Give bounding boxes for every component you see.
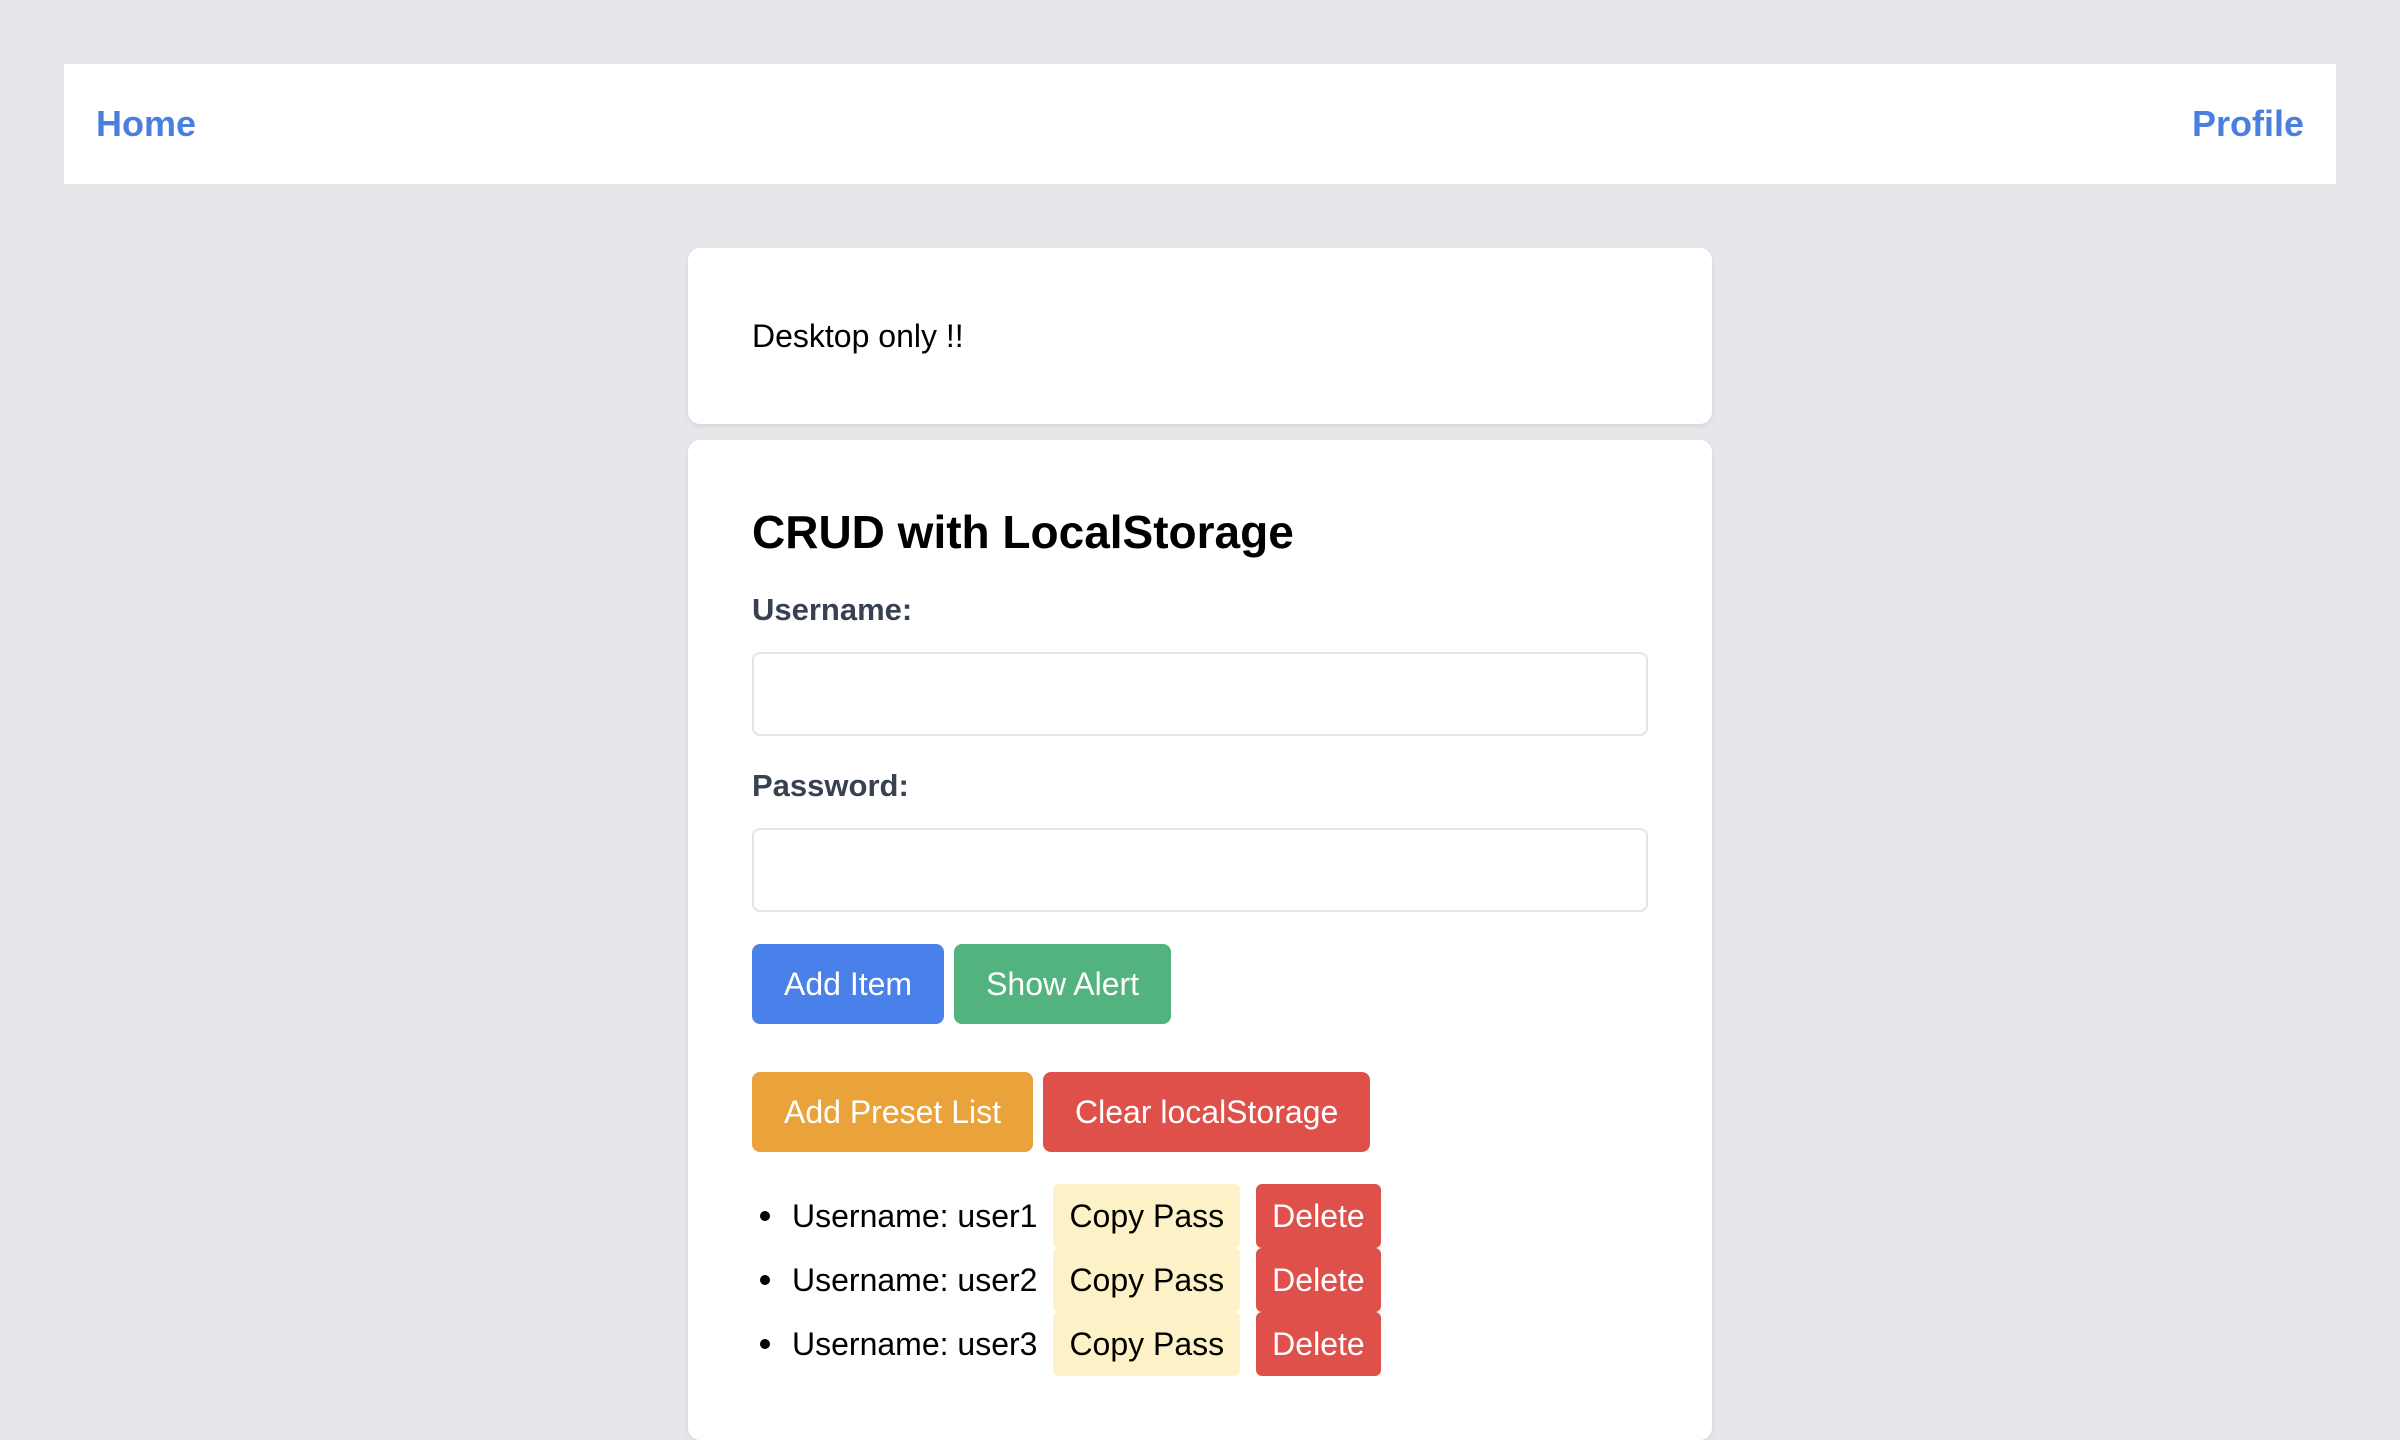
add-preset-list-button[interactable]: Add Preset List <box>752 1072 1033 1152</box>
crud-card: CRUD with LocalStorage Username: Passwor… <box>688 440 1712 1440</box>
delete-button[interactable]: Delete <box>1256 1248 1381 1312</box>
list-item: Username: user1 Copy Pass Delete <box>752 1184 1648 1248</box>
clear-localstorage-button[interactable]: Clear localStorage <box>1043 1072 1371 1152</box>
top-navbar: Home Profile <box>64 64 2336 184</box>
nav-home-link[interactable]: Home <box>96 103 196 145</box>
secondary-button-row: Add Preset List Clear localStorage <box>752 1072 1648 1152</box>
bullet-icon <box>760 1211 770 1221</box>
username-input[interactable] <box>752 652 1648 736</box>
username-label: Username: <box>752 592 913 627</box>
nav-profile-link[interactable]: Profile <box>2192 103 2304 145</box>
bullet-icon <box>760 1339 770 1349</box>
copy-pass-button[interactable]: Copy Pass <box>1053 1184 1241 1248</box>
copy-pass-button[interactable]: Copy Pass <box>1053 1248 1241 1312</box>
password-label: Password: <box>752 768 909 803</box>
add-item-button[interactable]: Add Item <box>752 944 945 1024</box>
desktop-only-notice: Desktop only !! <box>752 317 964 354</box>
show-alert-button[interactable]: Show Alert <box>954 944 1172 1024</box>
delete-button[interactable]: Delete <box>1256 1312 1381 1376</box>
page-title: CRUD with LocalStorage <box>752 506 1294 558</box>
list-item: Username: user3 Copy Pass Delete <box>752 1312 1648 1376</box>
notice-card: Desktop only !! <box>688 248 1712 424</box>
primary-button-row: Add Item Show Alert <box>752 944 1648 1024</box>
password-input[interactable] <box>752 828 1648 912</box>
user-list: Username: user1 Copy Pass Delete Usernam… <box>752 1184 1648 1376</box>
copy-pass-button[interactable]: Copy Pass <box>1053 1312 1241 1376</box>
delete-button[interactable]: Delete <box>1256 1184 1381 1248</box>
list-item: Username: user2 Copy Pass Delete <box>752 1248 1648 1312</box>
user-username: Username: user1 <box>792 1197 1038 1234</box>
bullet-icon <box>760 1275 770 1285</box>
user-username: Username: user2 <box>792 1261 1038 1298</box>
user-username: Username: user3 <box>792 1325 1038 1362</box>
